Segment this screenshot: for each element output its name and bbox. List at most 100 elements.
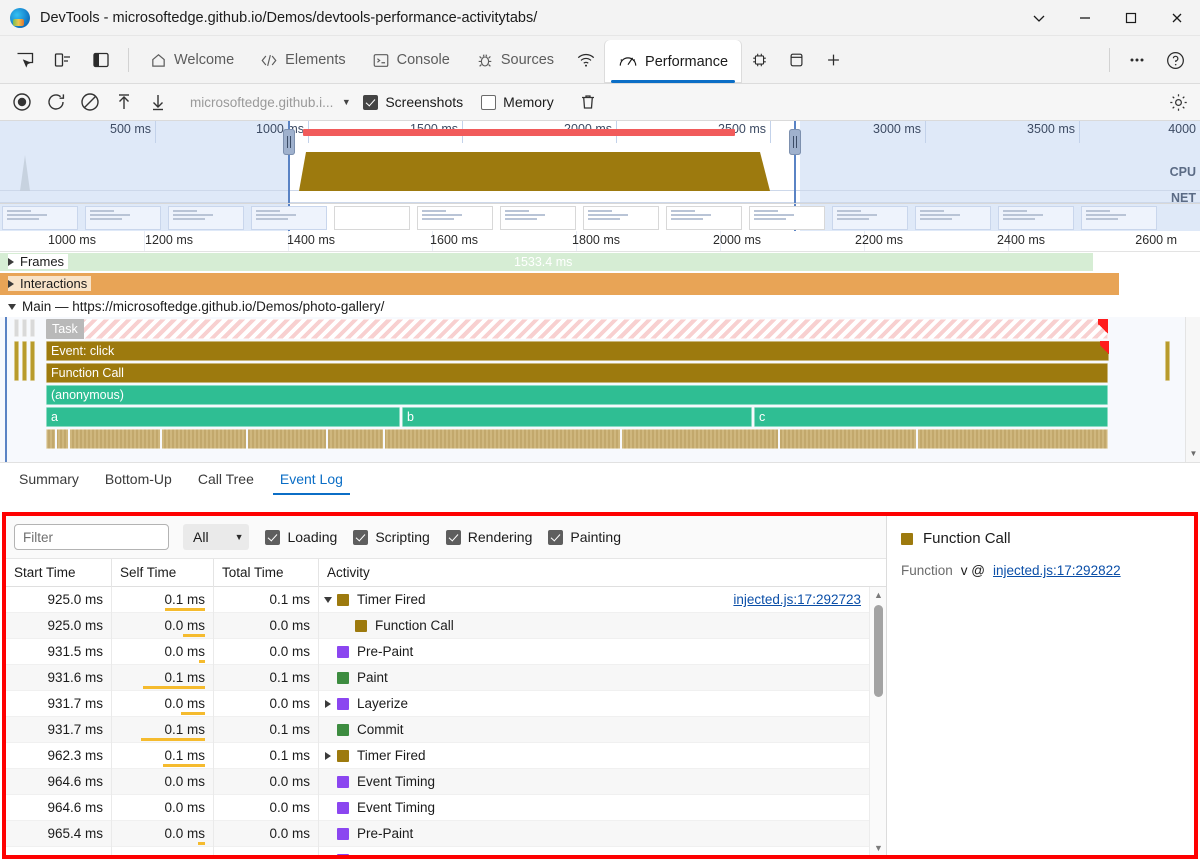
flame-bar-b[interactable]: b [402, 407, 752, 427]
loading-checkbox[interactable]: Loading [265, 529, 337, 545]
inspect-icon[interactable] [6, 40, 44, 80]
tab-call-tree[interactable]: Call Tree [185, 464, 267, 495]
cell-activity[interactable]: Commit [319, 717, 869, 743]
scroll-down-arrow-icon[interactable]: ▼ [870, 840, 886, 855]
expand-triangle-icon[interactable] [8, 279, 14, 288]
track-title-frames[interactable]: Frames [8, 254, 69, 269]
cell-activity[interactable]: Timer Fired injected.js:17:292723 [319, 587, 869, 613]
filmstrip-thumbnail[interactable] [168, 206, 244, 230]
tab-welcome[interactable]: Welcome [137, 40, 247, 80]
filmstrip[interactable] [0, 203, 1200, 231]
filmstrip-thumbnail[interactable] [251, 206, 327, 230]
memory-checkbox[interactable]: Memory [481, 94, 554, 110]
filmstrip-thumbnail[interactable] [749, 206, 825, 230]
tab-event-log[interactable]: Event Log [267, 464, 356, 495]
cell-activity[interactable]: Pre-Paint [319, 821, 869, 847]
table-row[interactable]: 931.7 ms 0.1 ms 0.1 ms Commit [6, 716, 869, 743]
track-title-interactions[interactable]: Interactions [8, 276, 92, 291]
table-row[interactable]: 931.5 ms 0.0 ms 0.0 ms Pre-Paint [6, 638, 869, 665]
tab-memory[interactable] [741, 40, 778, 80]
activity-source-link[interactable]: injected.js:17:292723 [733, 592, 861, 607]
filmstrip-thumbnail[interactable] [583, 206, 659, 230]
table-row[interactable] [6, 846, 869, 855]
add-panel-button[interactable] [815, 40, 852, 80]
tab-summary[interactable]: Summary [6, 464, 92, 495]
table-row[interactable]: 925.0 ms 0.0 ms 0.0 ms Function Call [6, 612, 869, 639]
gear-icon[interactable] [1162, 88, 1194, 116]
scroll-down-arrow-icon[interactable]: ▼ [1186, 446, 1200, 460]
filmstrip-thumbnail[interactable] [1081, 206, 1157, 230]
cell-activity[interactable]: Event Timing [319, 795, 869, 821]
cell-activity[interactable]: Pre-Paint [319, 639, 869, 665]
collapse-triangle-icon[interactable] [319, 596, 337, 603]
cell-activity[interactable]: Function Call [319, 613, 869, 639]
tab-performance[interactable]: Performance [605, 40, 742, 83]
flame-bar-a[interactable]: a [46, 407, 400, 427]
reload-and-record-button[interactable] [40, 88, 72, 116]
table-row[interactable]: 964.6 ms 0.0 ms 0.0 ms Event Timing [6, 768, 869, 795]
expand-triangle-icon[interactable] [8, 257, 14, 266]
filmstrip-thumbnail[interactable] [85, 206, 161, 230]
table-row[interactable]: 931.6 ms 0.1 ms 0.1 ms Paint [6, 664, 869, 691]
flame-bar-event-click[interactable]: Event: click [46, 341, 1109, 361]
table-row[interactable]: 925.0 ms 0.1 ms 0.1 ms Timer Fired injected.… [6, 587, 869, 613]
timeline-overview[interactable]: 500 ms 1000 ms 1500 ms 2000 ms 2500 ms 3… [0, 121, 1200, 231]
flame-bar-task[interactable]: Task [46, 319, 1108, 339]
category-select[interactable]: All ▼ [183, 524, 250, 550]
flame-bar-microtasks[interactable] [46, 429, 1108, 449]
tab-elements[interactable]: Elements [247, 40, 358, 80]
table-row[interactable]: 931.7 ms 0.0 ms 0.0 ms Layerize [6, 690, 869, 717]
flame-bar-function-call[interactable]: Function Call [46, 363, 1108, 383]
cell-activity[interactable]: Timer Fired [319, 743, 869, 769]
more-options-icon[interactable] [1118, 40, 1156, 80]
event-log-scrollbar-thumb[interactable] [874, 605, 883, 697]
rendering-checkbox[interactable]: Rendering [445, 529, 532, 545]
tab-search-button[interactable] [1016, 0, 1062, 36]
filmstrip-thumbnail[interactable] [915, 206, 991, 230]
event-log-body[interactable]: 925.0 ms 0.1 ms 0.1 ms Timer Fired injected.… [6, 587, 886, 855]
table-row[interactable]: 964.6 ms 0.0 ms 0.0 ms Event Timing [6, 794, 869, 821]
cell-activity[interactable]: Event Timing [319, 769, 869, 795]
table-row[interactable]: 965.4 ms 0.0 ms 0.0 ms Pre-Paint [6, 820, 869, 847]
cell-activity[interactable] [319, 847, 869, 855]
details-source-link[interactable]: injected.js:17:292822 [993, 563, 1121, 578]
minimize-button[interactable] [1062, 0, 1108, 36]
cell-activity[interactable]: Paint [319, 665, 869, 691]
collapse-triangle-icon[interactable] [8, 303, 16, 310]
table-row[interactable]: 962.3 ms 0.1 ms 0.1 ms Timer Fired [6, 742, 869, 769]
column-header-self-time[interactable]: Self Time [112, 558, 214, 587]
expand-triangle-icon[interactable] [319, 699, 337, 708]
flame-bar-c[interactable]: c [754, 407, 1108, 427]
track-interactions[interactable]: Interactions [0, 272, 1200, 296]
cell-activity[interactable]: Layerize [319, 691, 869, 717]
help-icon[interactable] [1156, 40, 1194, 80]
close-button[interactable] [1154, 0, 1200, 36]
filmstrip-thumbnail[interactable] [666, 206, 742, 230]
painting-checkbox[interactable]: Painting [548, 529, 621, 545]
tab-sources[interactable]: Sources [463, 40, 567, 80]
tab-bottom-up[interactable]: Bottom-Up [92, 464, 185, 495]
flame-bar-anonymous[interactable]: (anonymous) [46, 385, 1108, 405]
filmstrip-thumbnail[interactable] [500, 206, 576, 230]
event-log-scrollbar[interactable]: ▲ ▼ [869, 587, 886, 855]
expand-triangle-icon[interactable] [319, 751, 337, 760]
selection-left-handle[interactable] [283, 129, 295, 155]
flame-chart[interactable]: Task Event: click Function Call (anonymo… [0, 317, 1200, 462]
filmstrip-thumbnail[interactable] [2, 206, 78, 230]
filter-input[interactable] [14, 524, 169, 550]
chevron-down-icon[interactable]: ▼ [335, 90, 357, 114]
selection-right-handle[interactable] [789, 129, 801, 155]
column-header-total-time[interactable]: Total Time [214, 558, 319, 587]
dock-side-icon[interactable] [82, 40, 120, 80]
track-frames[interactable]: 1533.4 ms Frames [0, 252, 1200, 272]
main-track-header[interactable]: Main — https://microsoftedge.github.io/D… [0, 296, 1200, 317]
scripting-checkbox[interactable]: Scripting [353, 529, 430, 545]
flame-scrollbar[interactable]: ▲ ▼ [1185, 317, 1200, 462]
tab-console[interactable]: Console [359, 40, 463, 80]
scroll-up-arrow-icon[interactable]: ▲ [870, 587, 886, 602]
column-header-start-time[interactable]: Start Time [6, 558, 112, 587]
trash-icon[interactable] [572, 88, 604, 116]
record-button[interactable] [6, 88, 38, 116]
tab-network[interactable] [567, 40, 605, 80]
tab-application[interactable] [778, 40, 815, 80]
